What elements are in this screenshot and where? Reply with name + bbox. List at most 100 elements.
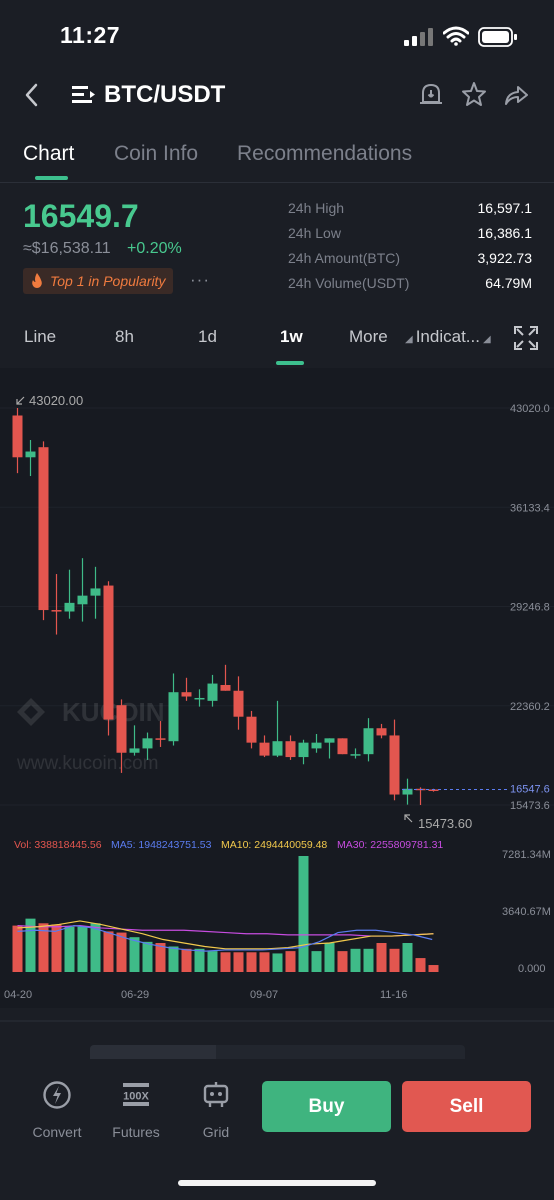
volume-bar (389, 948, 400, 972)
volume-bar (90, 923, 101, 972)
buy-button[interactable]: Buy (262, 1081, 391, 1132)
min-price-marker: 15473.60 (404, 814, 472, 831)
stat-24h-amount: 24h Amount(BTC) 3,922.73 (288, 248, 532, 268)
grid-button[interactable]: Grid (181, 1080, 251, 1140)
tab-recommendations[interactable]: Recommendations (237, 142, 412, 166)
volume-bar (285, 951, 296, 972)
volume-bar (259, 952, 270, 972)
stat-value: 16,597.1 (477, 200, 533, 216)
price-tick-label: 36133.4 (510, 502, 550, 514)
cellular-signal-icon (404, 28, 433, 46)
candle-body (25, 451, 36, 458)
candle-body (363, 728, 374, 755)
volume-bar (272, 953, 283, 972)
candle-body (51, 610, 62, 612)
candle-body (285, 741, 296, 758)
popularity-badge-label: Top 1 in Popularity (50, 273, 166, 289)
trading-pair-title[interactable]: BTC/USDT (104, 81, 225, 109)
volume-tick: 7281.34M (502, 849, 551, 861)
stat-label: 24h Volume(USDT) (288, 275, 410, 291)
interval-1w[interactable]: 1w (280, 327, 303, 347)
more-options-icon[interactable]: ··· (190, 270, 210, 290)
price-alert-icon[interactable] (419, 82, 443, 108)
grid-bot-icon (203, 1082, 229, 1107)
dropdown-triangle-icon: ◢ (482, 334, 491, 345)
sell-button[interactable]: Sell (402, 1081, 531, 1132)
candle-body (181, 692, 192, 697)
interval-selector: Line 8h 1d 1w More ◢ Indicat... ◢ (0, 318, 554, 366)
candle-body (90, 588, 101, 596)
convert-button[interactable]: Convert (22, 1080, 92, 1140)
kucoin-watermark: KUCOIN www.kucoin.com (16, 697, 165, 774)
futures-button[interactable]: 100X Futures (101, 1080, 171, 1140)
indicators-dropdown[interactable]: ◢ Indicat... ◢ (405, 327, 494, 347)
ma5-value: MA5: 1948243751.53 (111, 839, 212, 851)
candle-body (298, 742, 309, 758)
candle-body (350, 754, 361, 756)
convert-icon (43, 1081, 71, 1109)
volume-bar (363, 948, 374, 972)
divider (0, 182, 554, 183)
stat-value: 64.79M (485, 275, 532, 291)
candle-body (389, 735, 400, 795)
ma30-value: MA30: 2255809781.31 (337, 839, 443, 851)
candle-body (259, 742, 270, 756)
price-tick-label: 22360.2 (510, 701, 550, 713)
interval-8h[interactable]: 8h (115, 327, 134, 347)
back-arrow-icon[interactable] (22, 82, 42, 108)
share-icon[interactable] (503, 82, 529, 108)
interval-1d[interactable]: 1d (198, 327, 217, 347)
candle-body (142, 738, 153, 749)
kline-chart[interactable]: KUCOIN www.kucoin.com 43020.0 36133.4 2924… (0, 368, 554, 1008)
volume-bar (376, 943, 387, 972)
price-tick-label: 15473.6 (510, 800, 550, 812)
stat-24h-high: 24h High 16,597.1 (288, 198, 532, 218)
tab-chart[interactable]: Chart (23, 142, 74, 166)
order-book-tab-peek[interactable] (90, 1045, 216, 1059)
active-interval-indicator (276, 361, 304, 365)
stat-value: 16,386.1 (477, 225, 533, 241)
volume-bar (246, 952, 257, 972)
section-divider (0, 1020, 554, 1022)
wifi-icon (443, 26, 469, 46)
stat-value: 3,922.73 (477, 250, 533, 266)
min-price-label: 15473.60 (418, 816, 472, 831)
volume-bar (428, 965, 439, 972)
volume-bar (220, 952, 231, 972)
volume-tick: 3640.67M (502, 906, 551, 918)
time-tick: 04-20 (4, 989, 32, 1001)
candle-body (155, 738, 166, 740)
convert-label: Convert (32, 1124, 82, 1140)
candlestick-chart-canvas[interactable]: KUCOIN www.kucoin.com 43020.0 36133.4 2924… (0, 368, 554, 1008)
clock: 11:27 (60, 22, 121, 48)
pair-menu-icon[interactable] (72, 84, 96, 106)
volume-bar (415, 958, 426, 972)
max-price-marker: 43020.00 (16, 393, 83, 408)
dropdown-triangle-icon: ◢ (405, 334, 413, 345)
home-indicator (178, 1180, 376, 1186)
current-price-label: 16547.6 (510, 784, 550, 796)
stat-label: 24h Low (288, 225, 341, 241)
volume-bar (324, 943, 335, 972)
futures-icon-text: 100X (123, 1091, 149, 1103)
volume-bar (12, 925, 23, 972)
watermark-url: www.kucoin.com (16, 753, 159, 774)
tab-coin-info[interactable]: Coin Info (114, 142, 198, 166)
popularity-badge[interactable]: Top 1 in Popularity (23, 268, 173, 294)
vol-value: Vol: 338818445.56 (14, 839, 102, 851)
candle-body (77, 595, 88, 605)
interval-more[interactable]: More (349, 327, 388, 347)
volume-bar (207, 951, 218, 972)
candle-body (246, 716, 257, 743)
volume-bar (350, 948, 361, 972)
interval-line[interactable]: Line (24, 327, 56, 347)
last-price: 16549.7 (23, 198, 139, 234)
volume-bar-spike (298, 856, 309, 972)
volume-bar (337, 951, 348, 972)
stat-24h-low: 24h Low 16,386.1 (288, 223, 532, 243)
fullscreen-icon[interactable] (513, 325, 539, 351)
volume-bar (64, 926, 75, 972)
candle-body (220, 684, 231, 691)
favorite-star-icon[interactable] (461, 81, 487, 107)
interval-more-label: More (349, 327, 388, 346)
